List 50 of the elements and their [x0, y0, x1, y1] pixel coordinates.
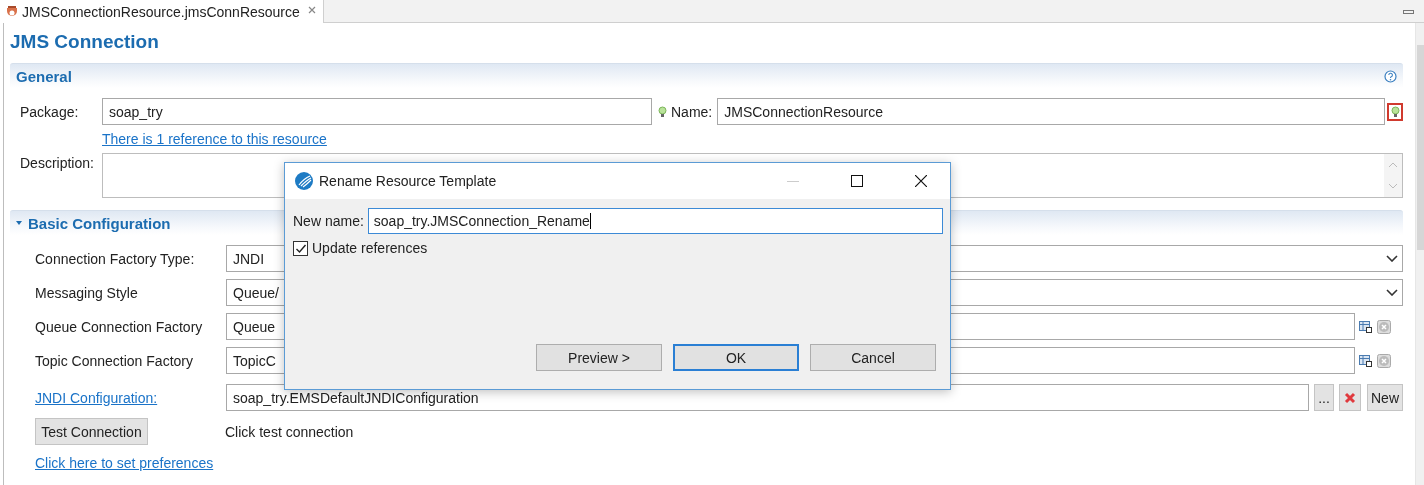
test-connection-button[interactable]: Test Connection	[35, 418, 148, 445]
name-field[interactable]: JMSConnectionResource	[717, 98, 1385, 125]
field-label: Queue Connection Factory	[35, 318, 204, 335]
package-field[interactable]: soap_try	[102, 98, 652, 125]
clear-icon	[1377, 353, 1391, 368]
minimize-icon	[787, 180, 799, 182]
scrollbar[interactable]	[1415, 23, 1424, 485]
status-text: Click test connection	[225, 423, 354, 440]
delete-icon	[1344, 391, 1356, 404]
lightbulb-icon	[658, 105, 667, 118]
field-label: Connection Factory Type:	[35, 250, 196, 267]
maximize-icon	[851, 175, 863, 187]
section-title: General	[16, 67, 72, 85]
page-title: JMS Connection	[10, 30, 159, 54]
resource-icon	[5, 4, 19, 19]
jndi-configuration-link[interactable]: JNDI Configuration:	[35, 389, 158, 406]
scroll-up-icon	[1388, 161, 1398, 168]
chevron-down-icon	[1386, 255, 1398, 262]
help-icon	[1384, 69, 1397, 83]
table-icon	[1359, 354, 1372, 367]
field-label: Package:	[20, 103, 80, 120]
new-button[interactable]: New	[1367, 384, 1403, 411]
check-icon	[294, 242, 307, 254]
delete-button[interactable]	[1339, 384, 1361, 411]
field-label: Description:	[20, 154, 95, 173]
lightbulb-button[interactable]	[1387, 102, 1403, 121]
preferences-link[interactable]: Click here to set preferences	[35, 455, 214, 471]
table-icon	[1359, 320, 1372, 333]
lightbulb-icon	[1390, 105, 1400, 118]
new-name-field[interactable]: soap_try.JMSConnection_Rename	[367, 208, 943, 234]
chevron-down-icon	[1386, 289, 1398, 296]
close-icon	[915, 175, 927, 187]
scroll-down-icon	[1388, 183, 1398, 190]
field-label: Topic Connection Factory	[35, 352, 194, 369]
minimize-icon	[1403, 7, 1414, 15]
editor-tab[interactable]: JMSConnectionResource.jmsConnResource	[0, 0, 324, 23]
dialog-title: Rename Resource Template	[319, 173, 498, 189]
browse-button[interactable]: ...	[1314, 384, 1334, 411]
dialog-button[interactable]: OK	[673, 344, 799, 371]
field-label: Messaging Style	[35, 284, 139, 301]
dialog-button[interactable]: Preview >	[536, 344, 662, 371]
app-logo-icon	[295, 172, 313, 190]
clear-icon	[1377, 319, 1391, 334]
update-references-checkbox[interactable]: Update references	[293, 240, 428, 256]
field-label: Name:	[671, 103, 713, 120]
dialog-button[interactable]: Cancel	[810, 344, 936, 371]
close-icon	[306, 4, 317, 15]
field-label: New name:	[293, 213, 364, 229]
reference-link[interactable]: There is 1 reference to this resource	[102, 131, 327, 147]
section-title: Basic Configuration	[28, 214, 171, 232]
